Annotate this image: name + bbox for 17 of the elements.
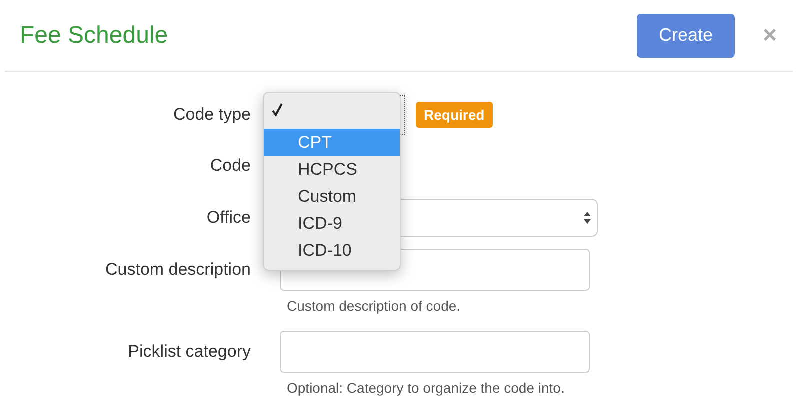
modal-title: Fee Schedule — [20, 22, 170, 50]
help-text: Optional: Category to organize the code into. — [286, 380, 566, 396]
help-text: Custom description of code. — [286, 298, 462, 314]
dropdown-option[interactable]: ICD-10 — [264, 237, 400, 264]
field-label: Picklist category — [127, 342, 251, 362]
required-badge: Required — [416, 102, 493, 128]
field-label: Code type — [172, 105, 251, 125]
field-label: Custom description — [104, 260, 251, 280]
field-label: Office — [206, 208, 251, 228]
select-arrows-icon — [583, 211, 592, 225]
field-label: Code — [209, 156, 251, 176]
dropdown-option[interactable]: ICD-9 — [264, 210, 400, 237]
create-button[interactable]: Create — [636, 14, 735, 58]
input-field[interactable] — [280, 331, 590, 373]
dropdown-option[interactable]: HCPCS — [264, 156, 400, 183]
dropdown-option[interactable]: Custom — [264, 183, 400, 210]
checkmark-icon — [272, 103, 283, 117]
